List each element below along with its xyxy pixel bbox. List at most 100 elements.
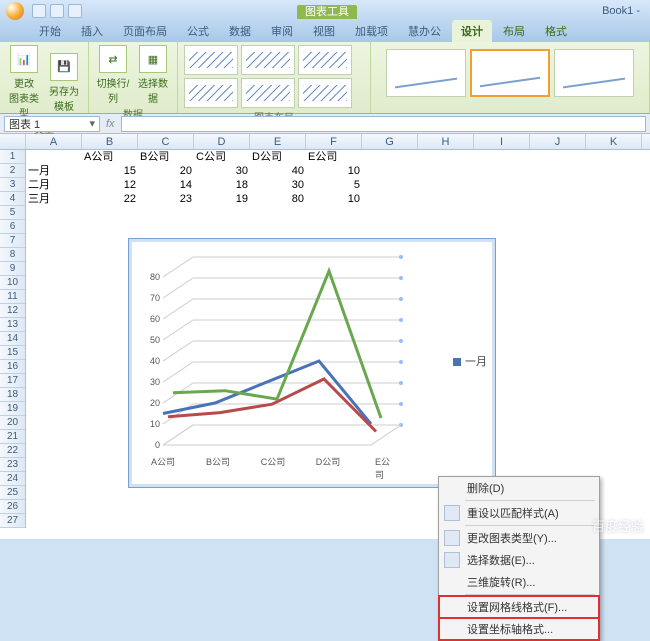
tab-布局[interactable]: 布局 xyxy=(494,20,534,42)
cell[interactable]: E公司 xyxy=(306,150,362,164)
chart-plot-area[interactable] xyxy=(163,257,463,407)
row-header[interactable]: 25 xyxy=(0,486,25,500)
tab-插入[interactable]: 插入 xyxy=(72,20,112,42)
row-header[interactable]: 1 xyxy=(0,150,25,164)
menu-item[interactable]: 三维旋转(R)... xyxy=(439,571,599,593)
cell[interactable]: A公司 xyxy=(82,150,138,164)
dropdown-icon[interactable]: ▾ xyxy=(89,117,95,130)
layout-thumb[interactable] xyxy=(298,45,352,75)
menu-item[interactable]: 设置网格线格式(F)... xyxy=(439,596,599,618)
tab-审阅[interactable]: 审阅 xyxy=(262,20,302,42)
row-header[interactable]: 23 xyxy=(0,458,25,472)
row-header[interactable]: 3 xyxy=(0,178,25,192)
cell[interactable]: 二月 xyxy=(26,178,82,192)
cell[interactable]: 40 xyxy=(250,164,306,178)
row-header[interactable]: 8 xyxy=(0,248,25,262)
row-header[interactable]: 2 xyxy=(0,164,25,178)
menu-item[interactable]: 设置坐标轴格式... xyxy=(439,618,599,640)
tab-数据[interactable]: 数据 xyxy=(220,20,260,42)
tab-公式[interactable]: 公式 xyxy=(178,20,218,42)
row-header[interactable]: 21 xyxy=(0,430,25,444)
col-header[interactable]: C xyxy=(138,134,194,149)
cell[interactable]: 15 xyxy=(82,164,138,178)
menu-item[interactable]: 更改图表类型(Y)... xyxy=(439,527,599,549)
row-header[interactable]: 6 xyxy=(0,220,25,234)
row-header[interactable]: 12 xyxy=(0,304,25,318)
cell[interactable]: 10 xyxy=(306,192,362,206)
style-thumb[interactable] xyxy=(554,49,634,97)
name-box[interactable]: 图表 1▾ xyxy=(4,116,100,132)
layout-thumb[interactable] xyxy=(184,78,238,108)
cell[interactable]: 80 xyxy=(250,192,306,206)
cell[interactable]: 三月 xyxy=(26,192,82,206)
chart-layout-gallery[interactable] xyxy=(184,45,364,108)
select-all-corner[interactable] xyxy=(0,134,26,149)
row-header[interactable]: 14 xyxy=(0,332,25,346)
chart-legend[interactable]: 一月 xyxy=(453,353,487,369)
col-header[interactable]: A xyxy=(26,134,82,149)
style-thumb[interactable] xyxy=(470,49,550,97)
cell[interactable]: 一月 xyxy=(26,164,82,178)
layout-thumb[interactable] xyxy=(298,78,352,108)
formula-input[interactable] xyxy=(121,116,646,132)
cell[interactable]: 19 xyxy=(194,192,250,206)
style-thumb[interactable] xyxy=(386,49,466,97)
col-header[interactable]: F xyxy=(306,134,362,149)
switch-row-col-button[interactable]: ⇄切换行/列 xyxy=(95,45,131,105)
menu-item[interactable]: 选择数据(E)... xyxy=(439,549,599,571)
embedded-chart[interactable]: 01020304050607080A公司B公司C公司D公司E公司 一月 xyxy=(128,238,496,488)
cell[interactable]: 12 xyxy=(82,178,138,192)
tab-格式[interactable]: 格式 xyxy=(536,20,576,42)
col-header[interactable]: E xyxy=(250,134,306,149)
row-header[interactable]: 15 xyxy=(0,346,25,360)
qat-redo-icon[interactable] xyxy=(68,4,82,18)
cell[interactable]: 14 xyxy=(138,178,194,192)
cell[interactable]: 10 xyxy=(306,164,362,178)
office-button[interactable] xyxy=(6,2,24,20)
col-header[interactable]: B xyxy=(82,134,138,149)
row-header[interactable]: 4 xyxy=(0,192,25,206)
menu-item[interactable]: 重设以匹配样式(A) xyxy=(439,502,599,524)
col-header[interactable]: H xyxy=(418,134,474,149)
cell[interactable]: 22 xyxy=(82,192,138,206)
cell[interactable]: B公司 xyxy=(138,150,194,164)
row-header[interactable]: 10 xyxy=(0,276,25,290)
row-header[interactable]: 19 xyxy=(0,402,25,416)
row-header[interactable]: 20 xyxy=(0,416,25,430)
col-header[interactable]: I xyxy=(474,134,530,149)
cell[interactable]: 30 xyxy=(250,178,306,192)
qat-undo-icon[interactable] xyxy=(50,4,64,18)
layout-thumb[interactable] xyxy=(241,45,295,75)
cell[interactable]: D公司 xyxy=(250,150,306,164)
cell[interactable]: 18 xyxy=(194,178,250,192)
chart-styles-gallery[interactable] xyxy=(386,45,634,100)
cell[interactable]: 30 xyxy=(194,164,250,178)
row-header[interactable]: 16 xyxy=(0,360,25,374)
row-header[interactable]: 5 xyxy=(0,206,25,220)
row-header[interactable]: 13 xyxy=(0,318,25,332)
row-header[interactable]: 22 xyxy=(0,444,25,458)
tab-页面布局[interactable]: 页面布局 xyxy=(114,20,176,42)
col-header[interactable]: K xyxy=(586,134,642,149)
row-header[interactable]: 11 xyxy=(0,290,25,304)
layout-thumb[interactable] xyxy=(241,78,295,108)
cell[interactable]: 5 xyxy=(306,178,362,192)
tab-设计[interactable]: 设计 xyxy=(452,20,492,42)
cell[interactable]: C公司 xyxy=(194,150,250,164)
row-header[interactable]: 27 xyxy=(0,514,25,528)
cell[interactable]: 20 xyxy=(138,164,194,178)
select-data-button[interactable]: ▦选择数据 xyxy=(135,45,171,105)
col-header[interactable]: D xyxy=(194,134,250,149)
row-header[interactable]: 9 xyxy=(0,262,25,276)
col-header[interactable]: J xyxy=(530,134,586,149)
row-header[interactable]: 24 xyxy=(0,472,25,486)
col-header[interactable]: G xyxy=(362,134,418,149)
tab-开始[interactable]: 开始 xyxy=(30,20,70,42)
cell[interactable]: 23 xyxy=(138,192,194,206)
row-header[interactable]: 7 xyxy=(0,234,25,248)
tab-视图[interactable]: 视图 xyxy=(304,20,344,42)
tab-慧办公[interactable]: 慧办公 xyxy=(399,20,450,42)
menu-item[interactable]: 删除(D) xyxy=(439,477,599,499)
tab-加载项[interactable]: 加载项 xyxy=(346,20,397,42)
qat-save-icon[interactable] xyxy=(32,4,46,18)
